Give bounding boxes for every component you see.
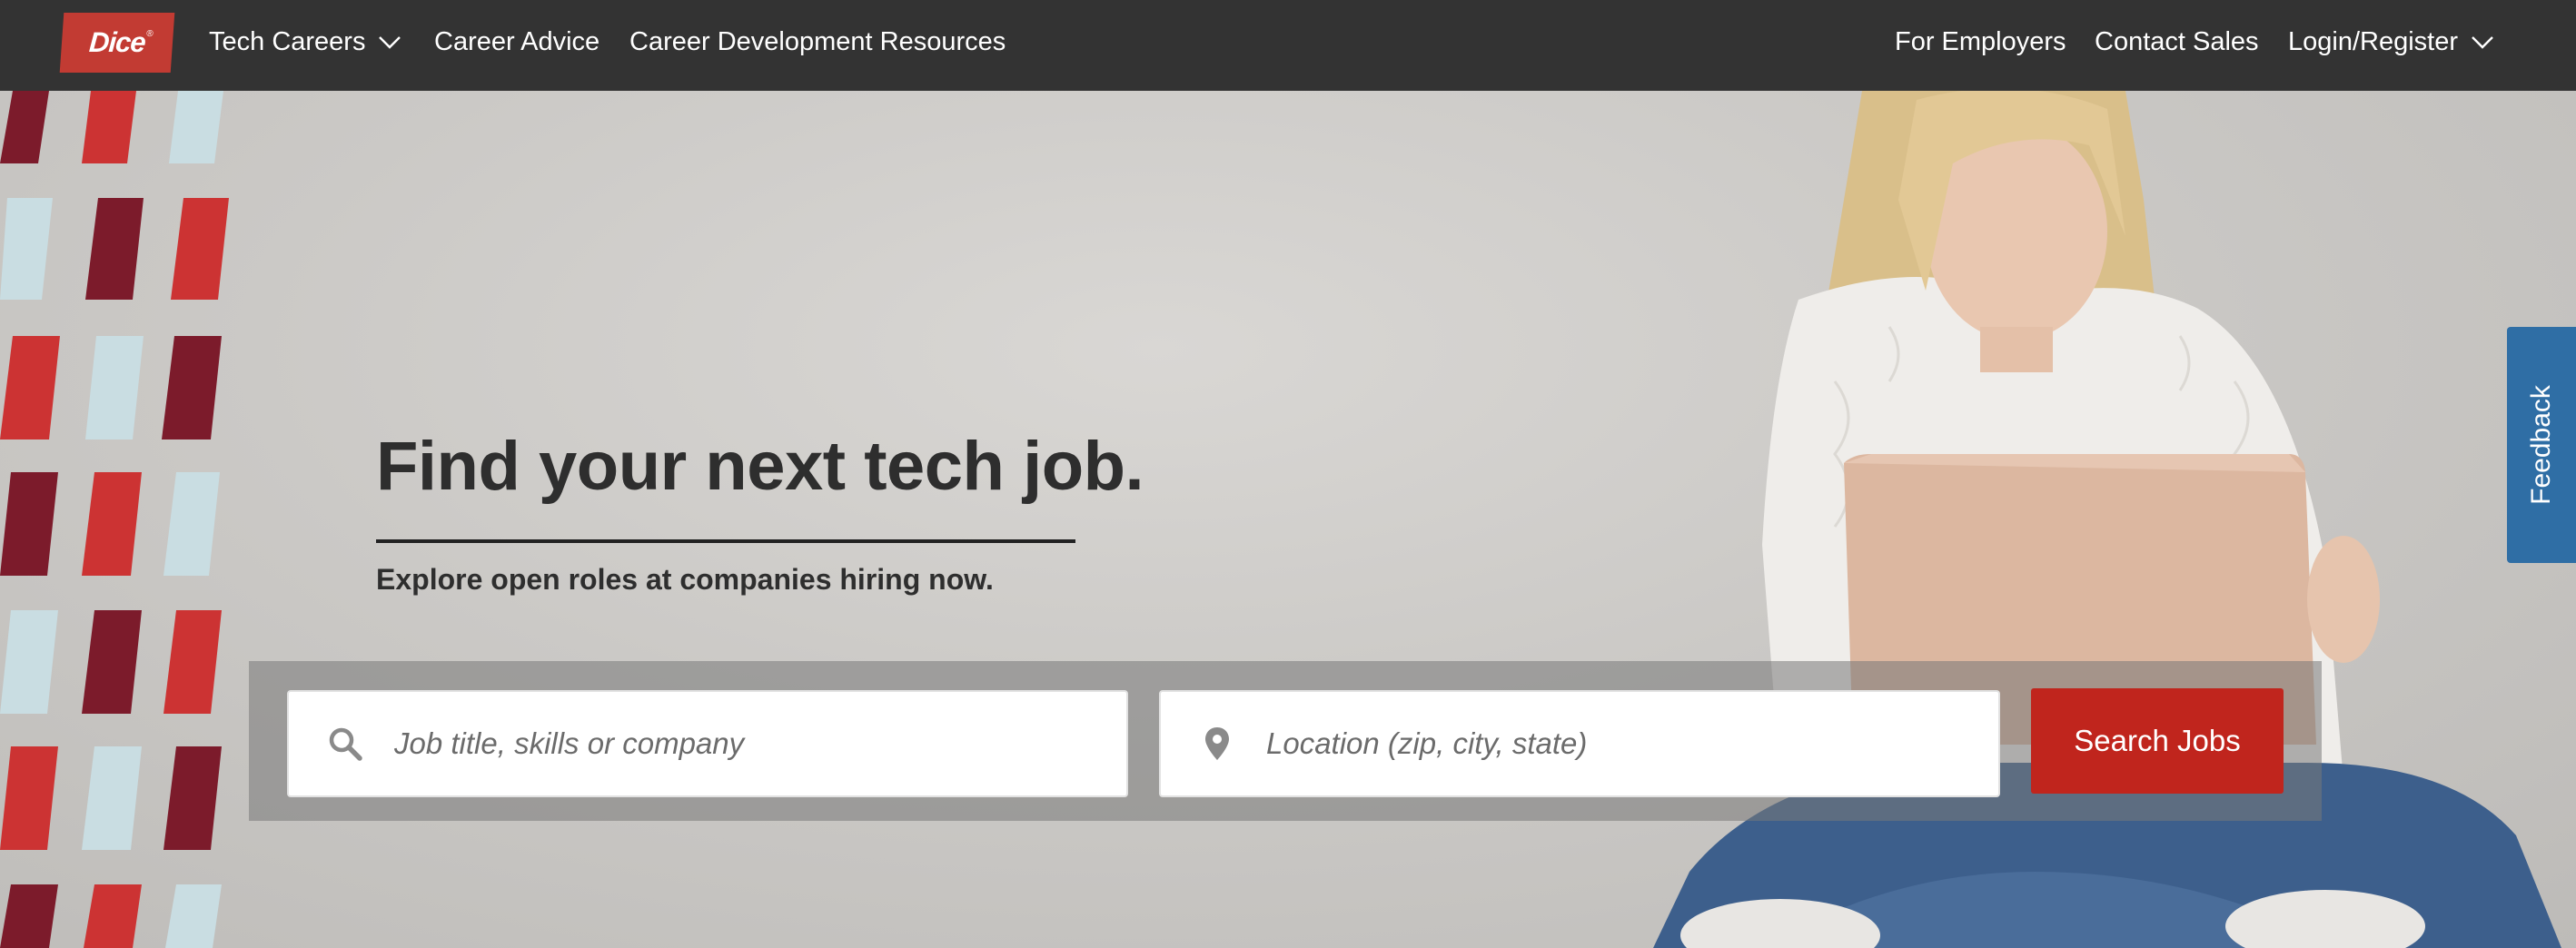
- hero-section: Find your next tech job. Explore open ro…: [0, 91, 2576, 948]
- headline-underline: [376, 539, 1075, 543]
- chevron-down-icon: [378, 35, 401, 49]
- nav-login-register-label: Login/Register: [2288, 26, 2458, 56]
- logo-registered-mark: ®: [145, 29, 154, 39]
- nav-tech-careers-label: Tech Careers: [209, 26, 366, 56]
- hero-headline: Find your next tech job.: [376, 428, 1144, 505]
- nav-contact-sales[interactable]: Contact Sales: [2095, 0, 2259, 84]
- location-search-field[interactable]: [1159, 690, 2000, 797]
- keyword-search-input[interactable]: [394, 726, 1085, 761]
- chevron-down-icon: [2471, 35, 2493, 49]
- nav-career-development-resources[interactable]: Career Development Resources: [629, 0, 1006, 84]
- decorative-stripes: [0, 91, 229, 948]
- location-pin-icon: [1197, 724, 1237, 764]
- location-search-input[interactable]: [1266, 726, 1957, 761]
- keyword-search-field[interactable]: [287, 690, 1128, 797]
- nav-contact-sales-label: Contact Sales: [2095, 26, 2259, 56]
- nav-login-register[interactable]: Login/Register: [2288, 0, 2493, 84]
- nav-for-employers[interactable]: For Employers: [1895, 0, 2066, 84]
- feedback-tab-label: Feedback: [2526, 385, 2556, 505]
- nav-tech-careers[interactable]: Tech Careers: [209, 0, 401, 84]
- nav-career-advice-label: Career Advice: [434, 26, 600, 56]
- search-icon: [325, 724, 365, 764]
- dice-logo[interactable]: Dice ®: [59, 13, 175, 73]
- nav-career-advice[interactable]: Career Advice: [434, 0, 599, 84]
- search-jobs-button[interactable]: Search Jobs: [2031, 688, 2284, 794]
- hero-subheadline: Explore open roles at companies hiring n…: [376, 563, 994, 596]
- feedback-tab[interactable]: Feedback: [2507, 327, 2576, 563]
- top-navbar: Dice ® Tech Careers Career Advice Career…: [0, 0, 2576, 91]
- nav-for-employers-label: For Employers: [1895, 26, 2066, 56]
- logo-text: Dice: [88, 26, 146, 58]
- nav-career-development-label: Career Development Resources: [629, 26, 1006, 56]
